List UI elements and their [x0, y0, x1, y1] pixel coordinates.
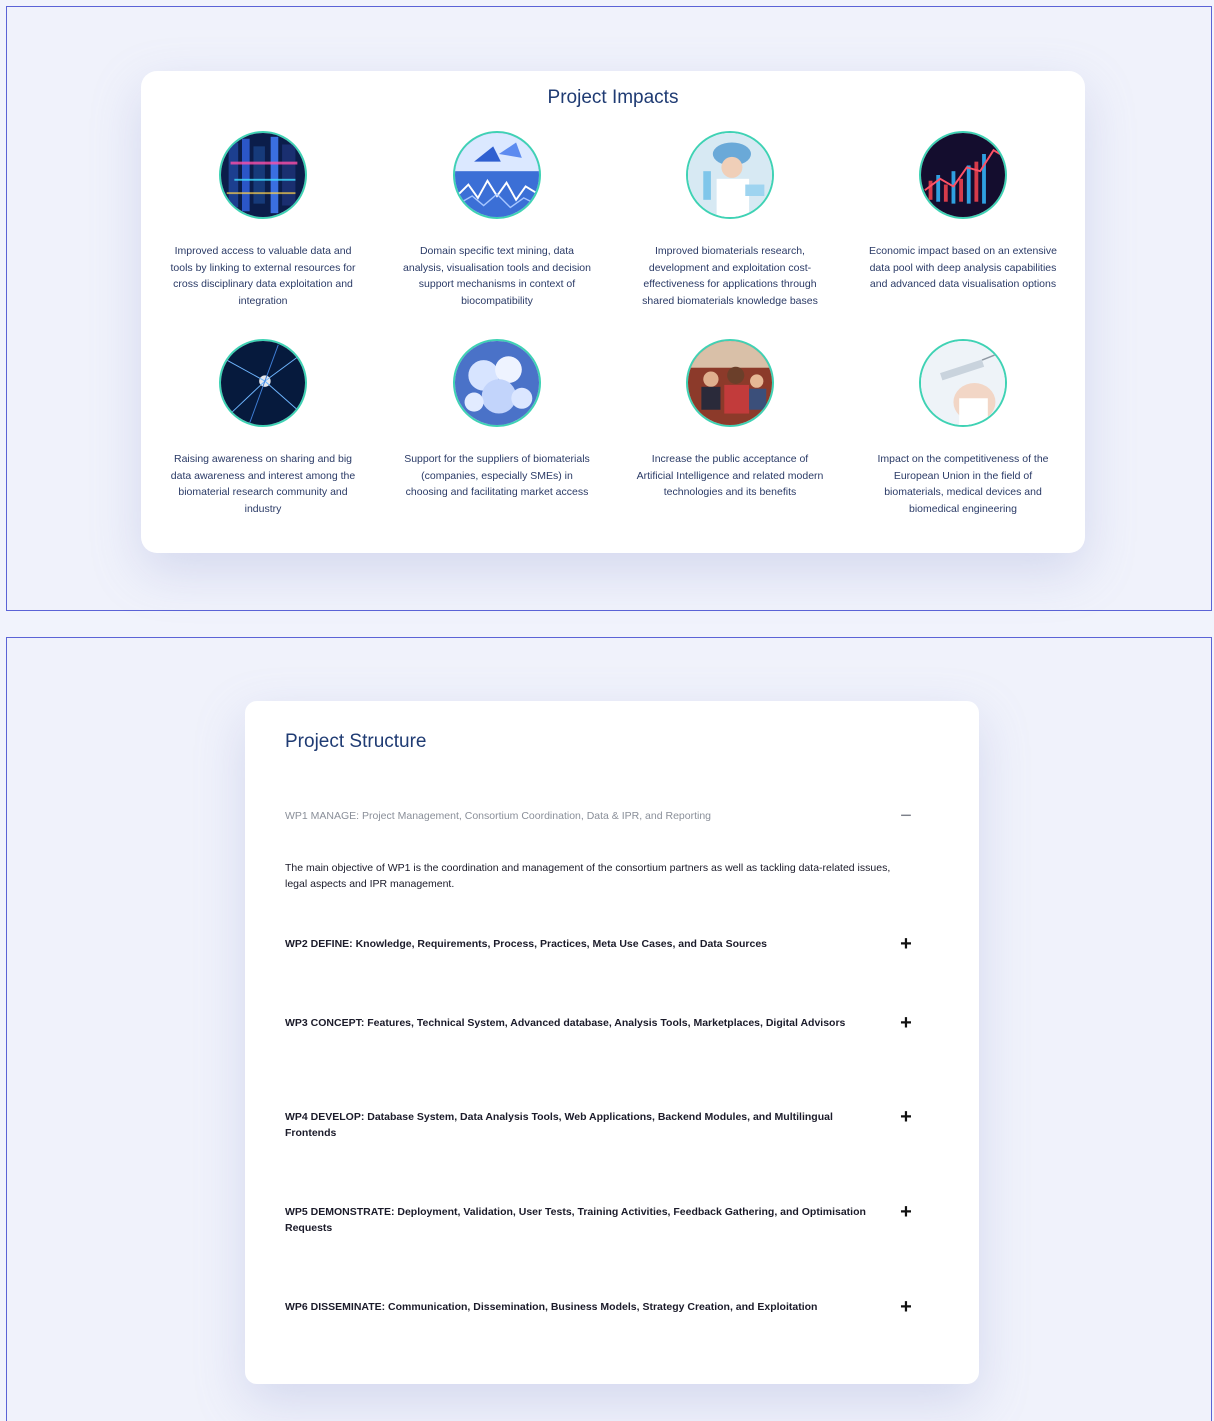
impact-text: Improved access to valuable data and too…: [170, 245, 356, 307]
analytics-image: [453, 131, 541, 219]
impact-item: Economic impact based on an extensive da…: [863, 131, 1063, 293]
syringe-image: [919, 339, 1007, 427]
accordion-item-wp6[interactable]: WP6 DISSEMINATE: Communication, Dissemin…: [285, 1297, 915, 1317]
expand-icon[interactable]: +: [897, 1297, 915, 1317]
impact-item: Improved access to valuable data and too…: [163, 131, 363, 309]
impacts-card: Project Impacts Improved access to valua…: [141, 71, 1085, 553]
expand-icon[interactable]: +: [897, 1107, 915, 1127]
impact-text: Domain specific text mining, data analys…: [403, 245, 591, 307]
impact-text: Raising awareness on sharing and big dat…: [170, 453, 356, 515]
impact-text: Increase the public acceptance of Artifi…: [636, 453, 824, 498]
lab-research-image: [686, 131, 774, 219]
impact-item: Improved biomaterials research, developm…: [630, 131, 830, 309]
accordion-item-wp3[interactable]: WP3 CONCEPT: Features, Technical System,…: [285, 1013, 915, 1033]
impact-item: Support for the suppliers of biomaterial…: [397, 339, 597, 501]
impact-text: Support for the suppliers of biomaterial…: [404, 453, 590, 498]
accordion-label[interactable]: WP5 DEMONSTRATE: Deployment, Validation,…: [285, 1204, 885, 1236]
accordion-body-wp1: The main objective of WP1 is the coordin…: [285, 862, 891, 890]
expand-icon[interactable]: +: [897, 1202, 915, 1222]
impact-text: Economic impact based on an extensive da…: [869, 245, 1057, 290]
accordion-item-wp1[interactable]: WP1 MANAGE: Project Management, Consorti…: [285, 806, 915, 826]
crystals-image: [453, 339, 541, 427]
impact-item: Increase the public acceptance of Artifi…: [630, 339, 830, 501]
impacts-title: Project Impacts: [547, 87, 679, 108]
audience-image: [686, 339, 774, 427]
impact-item: Impact on the competitiveness of the Eur…: [863, 339, 1063, 517]
structure-card: Project Structure WP1 MANAGE: Project Ma…: [245, 701, 979, 1384]
impact-item: Raising awareness on sharing and big dat…: [163, 339, 363, 517]
server-data-image: [219, 131, 307, 219]
accordion-label[interactable]: WP6 DISSEMINATE: Communication, Dissemin…: [285, 1299, 885, 1315]
accordion-item-wp4[interactable]: WP4 DEVELOP: Database System, Data Analy…: [285, 1107, 915, 1141]
neural-network-image: [219, 339, 307, 427]
accordion-label[interactable]: WP2 DEFINE: Knowledge, Requirements, Pro…: [285, 936, 885, 952]
expand-icon[interactable]: +: [897, 934, 915, 954]
accordion-item-wp2[interactable]: WP2 DEFINE: Knowledge, Requirements, Pro…: [285, 934, 915, 954]
impact-item: Domain specific text mining, data analys…: [397, 131, 597, 309]
finance-chart-image: [919, 131, 1007, 219]
accordion-label[interactable]: WP3 CONCEPT: Features, Technical System,…: [285, 1015, 885, 1031]
accordion-label[interactable]: WP4 DEVELOP: Database System, Data Analy…: [285, 1109, 885, 1141]
impact-text: Improved biomaterials research, developm…: [642, 245, 818, 307]
collapse-icon[interactable]: −: [897, 806, 915, 826]
structure-section: Project Structure WP1 MANAGE: Project Ma…: [6, 637, 1212, 1421]
accordion-item-wp5[interactable]: WP5 DEMONSTRATE: Deployment, Validation,…: [285, 1202, 915, 1236]
expand-icon[interactable]: +: [897, 1013, 915, 1033]
accordion-label[interactable]: WP1 MANAGE: Project Management, Consorti…: [285, 808, 885, 824]
structure-title: Project Structure: [285, 731, 427, 752]
impact-text: Impact on the competitiveness of the Eur…: [877, 453, 1049, 515]
impacts-section: Project Impacts Improved access to valua…: [6, 6, 1212, 611]
